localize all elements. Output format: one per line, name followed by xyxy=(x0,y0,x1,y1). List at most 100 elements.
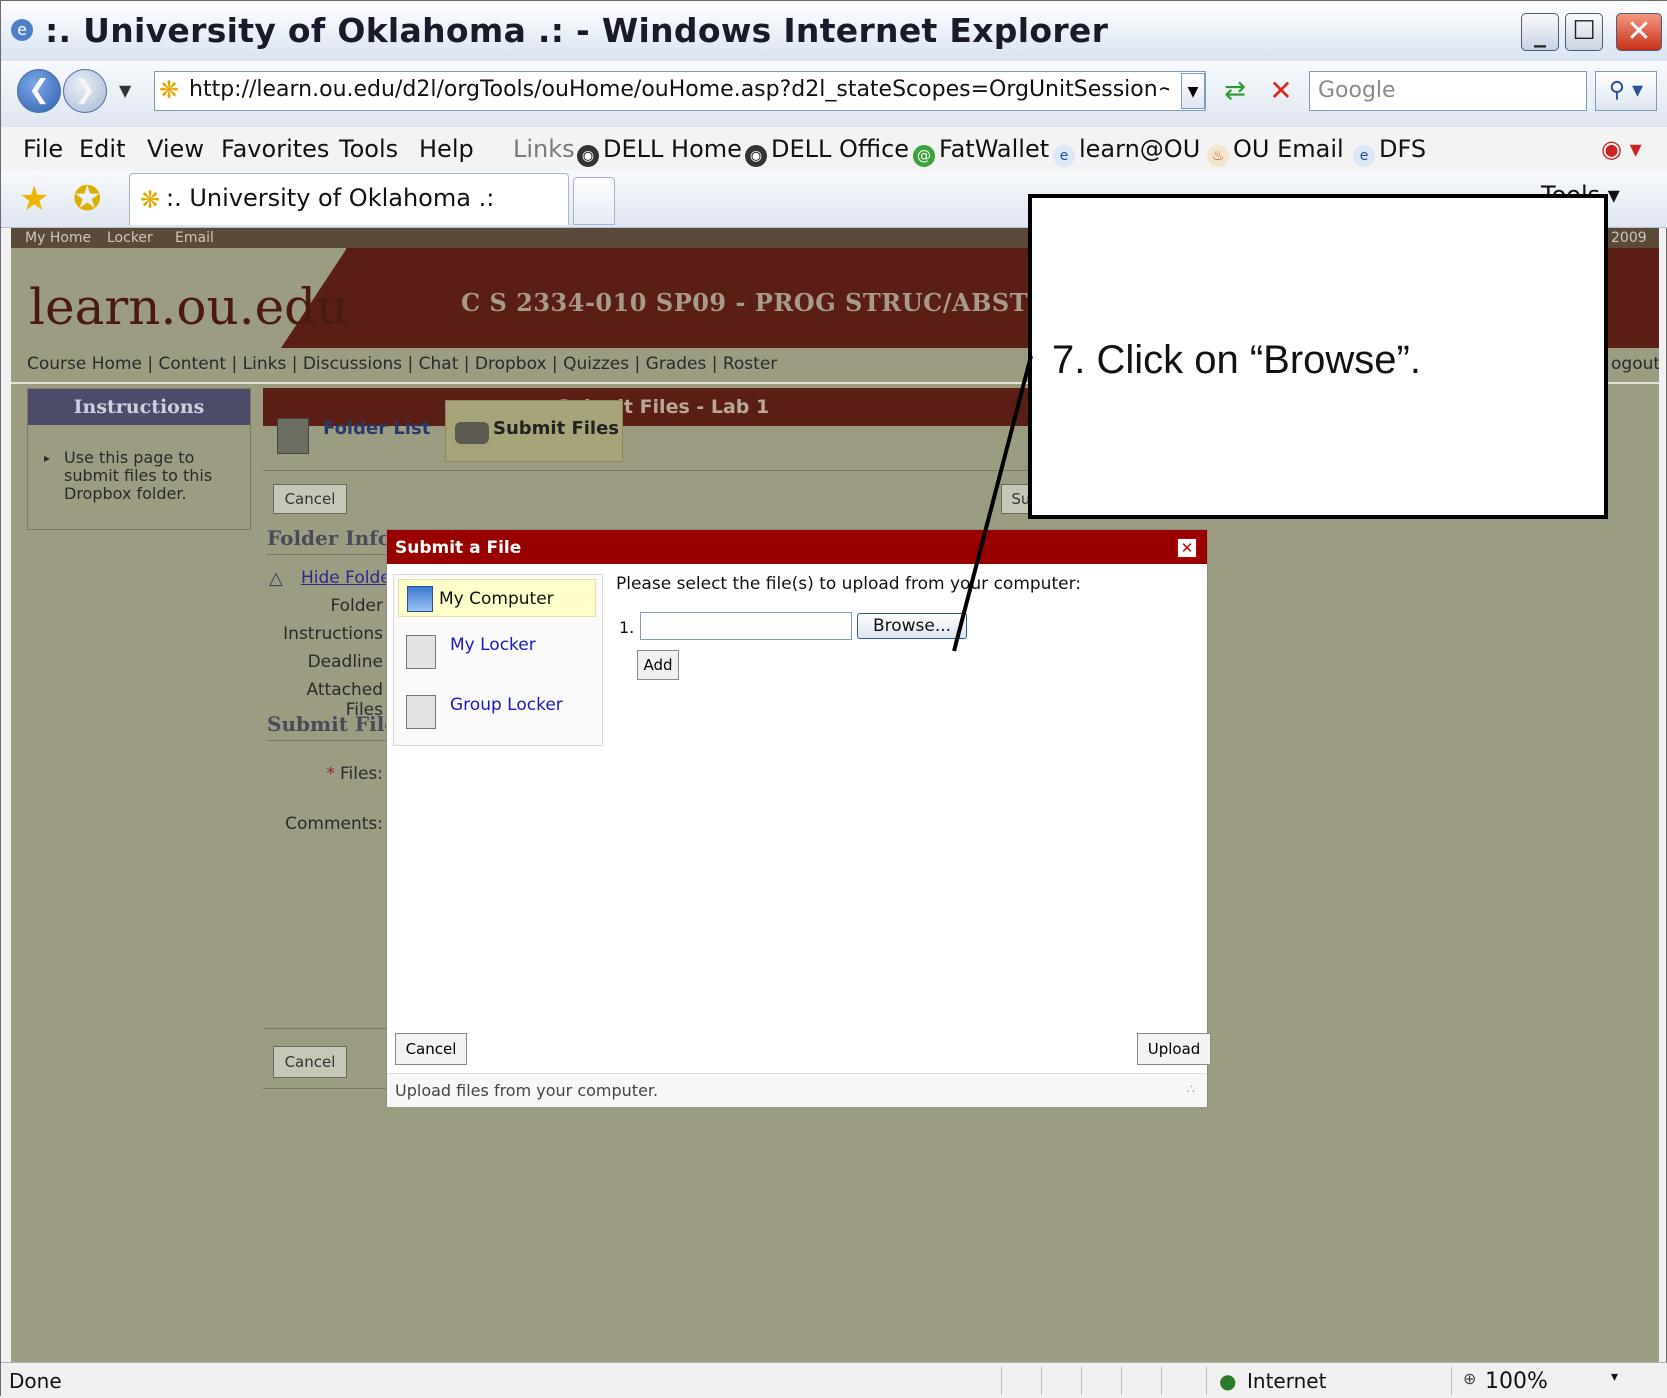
add-favorite-icon[interactable]: ✪ xyxy=(73,179,102,219)
link-label: DELL Home xyxy=(603,135,742,163)
tab-university-of-oklahoma[interactable]: ❋ :. University of Oklahoma .: xyxy=(129,173,569,225)
divider xyxy=(1041,1367,1042,1395)
forward-button[interactable]: ❯ xyxy=(63,69,107,113)
submit-files-label: Submit Files xyxy=(493,418,620,439)
instructions-label: Instructions xyxy=(283,624,383,644)
new-tab-button[interactable] xyxy=(573,177,615,225)
search-input[interactable]: Google xyxy=(1309,71,1587,111)
dialog-cancel-button[interactable]: Cancel xyxy=(395,1033,467,1065)
ie-icon: e xyxy=(11,19,33,41)
collapse-icon[interactable]: △ xyxy=(269,568,283,589)
link-learn-at-ou[interactable]: e learn@OU xyxy=(1053,135,1200,167)
title-bar: e :. University of Oklahoma .: - Windows… xyxy=(1,1,1667,62)
source-label: Group Locker xyxy=(450,695,563,715)
divider xyxy=(267,740,387,741)
site-logo[interactable]: learn.ou.edu xyxy=(29,278,348,336)
menu-view[interactable]: View xyxy=(147,135,204,163)
menu-file[interactable]: File xyxy=(23,135,63,163)
ie-page-icon: e xyxy=(1053,145,1075,167)
dell-icon: ◉ xyxy=(577,145,599,167)
menu-tools[interactable]: Tools xyxy=(339,135,398,163)
link-locker[interactable]: Locker xyxy=(107,230,153,246)
link-my-home[interactable]: My Home xyxy=(25,230,91,246)
history-dropdown-icon[interactable]: ▼ xyxy=(119,81,131,100)
upload-prompt: Please select the file(s) to upload from… xyxy=(616,574,1081,594)
back-button[interactable]: ❮ xyxy=(17,69,61,113)
address-dropdown-icon[interactable]: ▼ xyxy=(1181,73,1205,109)
add-button[interactable]: Add xyxy=(637,650,679,680)
site-favicon-icon: ❋ xyxy=(140,186,161,214)
maximize-button[interactable]: ☐ xyxy=(1565,13,1603,51)
source-label: My Computer xyxy=(439,589,554,609)
link-dfs[interactable]: e DFS xyxy=(1353,135,1426,167)
security-zone[interactable]: Internet xyxy=(1247,1369,1326,1393)
divider xyxy=(263,1028,393,1029)
link-label: FatWallet xyxy=(939,135,1050,163)
refresh-icon[interactable]: ⇄ xyxy=(1217,73,1253,109)
menu-bar: File Edit View Favorites Tools Help Link… xyxy=(1,127,1667,172)
link-label: DFS xyxy=(1379,135,1427,163)
dell-icon: ◉ xyxy=(745,145,767,167)
site-favicon-icon: ❋ xyxy=(159,76,180,104)
menu-edit[interactable]: Edit xyxy=(79,135,125,163)
instructions-heading: Instructions xyxy=(28,389,250,425)
status-text: Done xyxy=(9,1369,62,1393)
address-field[interactable]: ❋ http://learn.ou.edu/d2l/orgTools/ouHom… xyxy=(154,71,1206,111)
close-button[interactable]: ✕ xyxy=(1616,13,1662,51)
files-label: Files: xyxy=(339,764,383,784)
zoom-dropdown-icon[interactable]: ▾ xyxy=(1611,1369,1618,1385)
link-email[interactable]: Email xyxy=(175,230,214,246)
submit-file-dialog: Submit a File ✕ My Computer My Locker Gr… xyxy=(386,529,1211,1107)
folder-label: Folder xyxy=(330,596,383,616)
close-icon[interactable]: ✕ xyxy=(1177,538,1197,558)
stop-icon[interactable]: ✕ xyxy=(1263,73,1299,109)
pdf-icon[interactable]: ◉ ▾ xyxy=(1601,135,1642,163)
callout-text: 7. Click on “Browse”. xyxy=(1052,338,1421,382)
source-my-locker[interactable]: My Locker xyxy=(398,627,596,671)
link-fatwallet[interactable]: @ FatWallet xyxy=(913,135,1049,167)
links-label: Links xyxy=(513,135,575,163)
link-label: OU Email xyxy=(1233,135,1344,163)
favorites-star-icon[interactable]: ★ xyxy=(19,179,49,219)
minimize-button[interactable]: _ xyxy=(1521,13,1559,51)
zoom-icon: ⊕ xyxy=(1463,1369,1477,1388)
link-dell-office[interactable]: ◉ DELL Office xyxy=(745,135,909,167)
fatwallet-icon: @ xyxy=(913,145,935,167)
divider xyxy=(1451,1367,1452,1395)
dialog-header: Submit a File ✕ xyxy=(387,530,1207,564)
divider xyxy=(263,470,1063,471)
link-ou-email[interactable]: ♨ OU Email xyxy=(1207,135,1344,167)
address-url[interactable]: http://learn.ou.edu/d2l/orgTools/ouHome/… xyxy=(189,77,1169,102)
ie-page-icon: e xyxy=(1353,145,1375,167)
resize-grip-icon[interactable]: ∴ xyxy=(1187,1082,1195,1096)
tutorial-callout: 7. Click on “Browse”. xyxy=(1028,194,1608,519)
folder-list-link[interactable]: Folder List xyxy=(323,418,430,439)
cancel-bottom-button[interactable]: Cancel xyxy=(273,1046,347,1078)
source-group-locker[interactable]: Group Locker xyxy=(398,687,596,731)
divider xyxy=(263,1088,398,1089)
divider xyxy=(267,554,387,555)
source-my-computer[interactable]: My Computer xyxy=(398,579,596,617)
zoom-level[interactable]: 100% xyxy=(1485,1369,1548,1394)
browse-button[interactable]: Browse... xyxy=(857,613,967,639)
divider xyxy=(1001,1367,1002,1395)
link-dell-home[interactable]: ◉ DELL Home xyxy=(577,135,742,167)
upload-button[interactable]: Upload xyxy=(1137,1033,1211,1065)
source-label: My Locker xyxy=(450,635,536,655)
link-label: learn@OU xyxy=(1079,135,1201,163)
file-path-input[interactable] xyxy=(640,612,852,640)
menu-favorites[interactable]: Favorites xyxy=(221,135,329,163)
status-bar: Done ● Internet ⊕ 100% ▾ xyxy=(1,1362,1667,1398)
menu-help[interactable]: Help xyxy=(419,135,474,163)
logout-link[interactable]: ogout xyxy=(1611,354,1659,374)
computer-icon xyxy=(407,586,433,612)
course-nav-links[interactable]: Course Home | Content | Links | Discussi… xyxy=(27,354,777,374)
hide-folder-link[interactable]: Hide Folde xyxy=(301,568,391,588)
search-icon[interactable]: ⚲ ▾ xyxy=(1595,71,1657,111)
cancel-button[interactable]: Cancel xyxy=(273,484,347,514)
divider xyxy=(1121,1367,1122,1395)
footer-text: Upload files from your computer. xyxy=(395,1081,659,1100)
globe-icon: ● xyxy=(1219,1369,1237,1393)
folder-list-icon[interactable] xyxy=(277,418,309,454)
source-list: My Computer My Locker Group Locker xyxy=(393,574,603,746)
